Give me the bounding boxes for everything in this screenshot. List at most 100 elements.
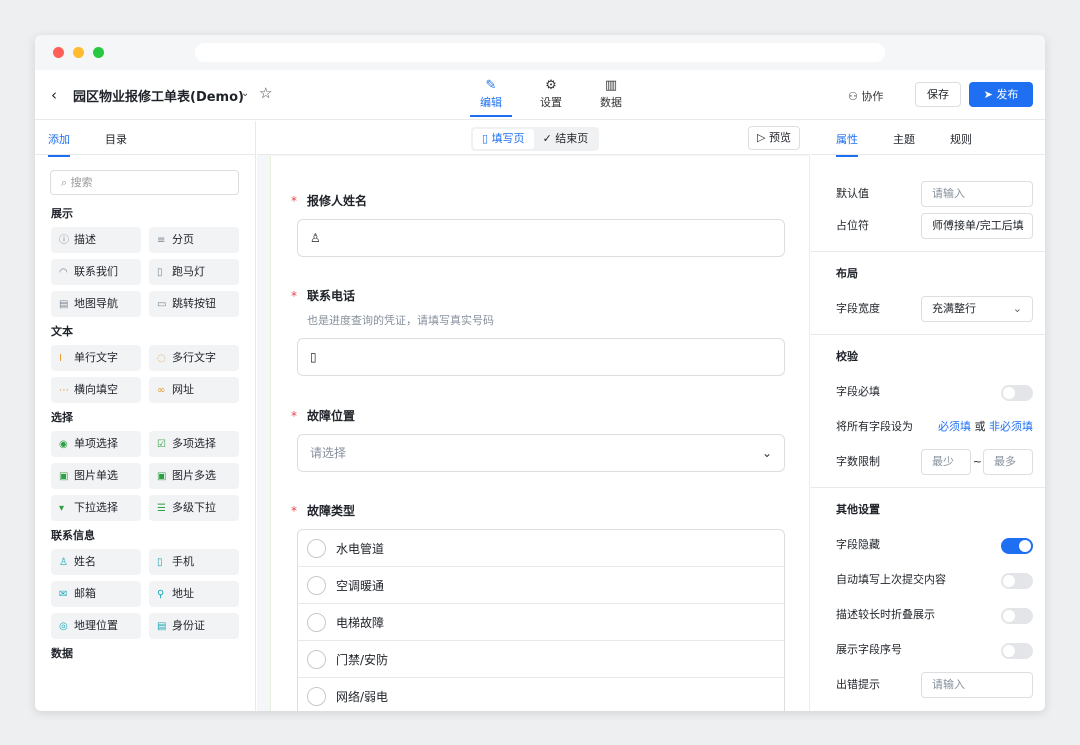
component-map-nav[interactable]: ▤ 地图导航 — [51, 291, 141, 317]
toggle-row: 字段隐藏 — [836, 533, 1033, 557]
component-pagination[interactable]: ≡ 分页 — [149, 227, 239, 253]
maximize-dot[interactable] — [93, 47, 104, 58]
item-label: 地理位置 — [74, 619, 118, 632]
radio-option[interactable]: 门禁/安防 — [298, 641, 784, 678]
component-single-choice[interactable]: ◉ 单项选择 — [51, 431, 141, 457]
component-name[interactable]: ♙ 姓名 — [51, 549, 141, 575]
radio-option[interactable]: 空调暖通 — [298, 567, 784, 604]
component-multi-line[interactable]: ◌ 多行文字 — [149, 345, 239, 371]
radio-option[interactable]: 网络/弱电 — [298, 678, 784, 711]
main-tabs: ✎ 编辑 ⚙ 设置 ▥ 数据 — [470, 78, 632, 117]
show-number-toggle[interactable] — [1001, 643, 1033, 659]
placeholder-input[interactable]: 师傅接单/完工后填 — [921, 213, 1033, 239]
back-icon[interactable]: ‹ — [51, 86, 57, 104]
set-all-optional-link[interactable]: 非必须填 — [989, 420, 1033, 433]
component-fill-blank[interactable]: ⋯ 横向填空 — [51, 377, 141, 403]
save-button[interactable]: 保存 — [915, 82, 961, 107]
default-value-input[interactable]: 请输入 — [921, 181, 1033, 207]
radio-circle[interactable] — [307, 686, 326, 706]
field-label-text: 联系电话 — [307, 289, 356, 303]
address-bar[interactable] — [195, 43, 885, 62]
component-url[interactable]: ∞ 网址 — [149, 377, 239, 403]
component-id-card[interactable]: ▤ 身份证 — [149, 613, 239, 639]
left-tabs: 添加 目录 — [35, 121, 255, 157]
minimize-dot[interactable] — [73, 47, 84, 58]
max-input[interactable]: 最多 — [983, 449, 1033, 475]
component-multi-choice[interactable]: ☑ 多项选择 — [149, 431, 239, 457]
select-placeholder: 请选择 — [310, 446, 347, 460]
component-marquee[interactable]: ▯ 跑马灯 — [149, 259, 239, 285]
component-cascade[interactable]: ☰ 多级下拉 — [149, 495, 239, 521]
chevron-down-icon: ⌄ — [761, 446, 772, 460]
error-input[interactable]: 请输入 — [921, 672, 1033, 698]
tab-theme[interactable]: 主题 — [893, 131, 915, 147]
form-field[interactable]: * 联系电话 也是进度查询的凭证，请填写真实号码 ▯ — [291, 287, 785, 376]
button-icon: ▭ — [157, 299, 167, 310]
top-bar: ‹ 园区物业报修工单表(Demo) ⌄ ☆ ✎ 编辑 ⚙ 设置 ▥ 数据 ⚇ 协… — [35, 70, 1045, 120]
component-description[interactable]: ⓘ 描述 — [51, 227, 141, 253]
chevron-down-icon[interactable]: ⌄ — [241, 88, 249, 99]
radio-circle[interactable] — [307, 649, 326, 669]
tab-settings[interactable]: ⚙ 设置 — [530, 78, 572, 117]
fill-page-label: 填写页 — [491, 132, 525, 145]
person-icon: ♙ — [310, 231, 321, 245]
autofill-toggle[interactable] — [1001, 573, 1033, 589]
component-grid: ♙ 姓名 ▯ 手机 ✉ 邮箱 ⚲ 地址 ◎ 地理位置 ▤ 身份证 — [51, 549, 255, 639]
tab-fill-page[interactable]: ▯ 填写页 — [473, 129, 534, 149]
toggle-row: 展示字段序号 — [836, 638, 1033, 662]
set-all-required-link[interactable]: 必须填 — [938, 420, 971, 433]
required-mark: * — [291, 504, 297, 518]
tab-data[interactable]: ▥ 数据 — [590, 78, 632, 117]
tilde-text: ~ — [972, 455, 982, 468]
publish-button[interactable]: ➤ 发布 — [969, 82, 1033, 107]
tab-add[interactable]: 添加 — [48, 131, 70, 157]
name-input[interactable]: ♙ — [297, 219, 785, 257]
form-field[interactable]: * 报修人姓名 ♙ — [291, 192, 785, 257]
form-field[interactable]: * 故障位置 请选择 ⌄ — [291, 407, 785, 472]
hide-field-toggle[interactable] — [1001, 538, 1033, 554]
component-contact-us[interactable]: ◠ 联系我们 — [51, 259, 141, 285]
tab-end-page[interactable]: ✓ 结束页 — [534, 129, 598, 149]
radio-circle[interactable] — [307, 612, 326, 632]
item-label: 图片单选 — [74, 469, 118, 482]
component-single-line[interactable]: Ⅰ 单行文字 — [51, 345, 141, 371]
form-field[interactable]: * 故障类型 水电管道 空调暖通 电梯故障 门禁/安防 网络/弱电 — [291, 502, 785, 711]
phone-input[interactable]: ▯ — [297, 338, 785, 376]
tab-edit[interactable]: ✎ 编辑 — [470, 78, 512, 117]
search-input[interactable]: ⌕ 搜索 — [50, 170, 239, 195]
width-row: 字段宽度 充满整行 ⌄ — [836, 296, 1033, 322]
radio-circle[interactable] — [307, 538, 326, 558]
width-select[interactable]: 充满整行 ⌄ — [921, 296, 1033, 322]
radio-option[interactable]: 电梯故障 — [298, 604, 784, 641]
tab-settings-label: 设置 — [540, 96, 562, 109]
group-title: 数据 — [51, 647, 73, 660]
radio-circle[interactable] — [307, 575, 326, 595]
component-address[interactable]: ⚲ 地址 — [149, 581, 239, 607]
radio-option[interactable]: 水电管道 — [298, 530, 784, 567]
item-label: 图片多选 — [172, 469, 216, 482]
required-toggle[interactable] — [1001, 385, 1033, 401]
component-email[interactable]: ✉ 邮箱 — [51, 581, 141, 607]
component-dropdown[interactable]: ▾ 下拉选择 — [51, 495, 141, 521]
collapse-desc-toggle[interactable] — [1001, 608, 1033, 624]
component-geo-location[interactable]: ◎ 地理位置 — [51, 613, 141, 639]
collaborate-button[interactable]: ⚇ 协作 — [848, 88, 883, 104]
tab-rules[interactable]: 规则 — [950, 131, 972, 147]
component-phone[interactable]: ▯ 手机 — [149, 549, 239, 575]
id-card-icon: ▤ — [157, 621, 167, 632]
search-icon: ⌕ — [61, 176, 71, 189]
preview-button[interactable]: ▷ 预览 — [748, 126, 800, 150]
min-input[interactable]: 最少 — [921, 449, 971, 475]
phone-icon: ▯ — [310, 350, 317, 364]
component-image-single[interactable]: ▣ 图片单选 — [51, 463, 141, 489]
component-jump-button[interactable]: ▭ 跳转按钮 — [149, 291, 239, 317]
option-label: 网络/弱电 — [336, 689, 389, 704]
width-value: 充满整行 — [932, 302, 976, 315]
close-dot[interactable] — [53, 47, 64, 58]
component-image-multi[interactable]: ▣ 图片多选 — [149, 463, 239, 489]
tab-outline[interactable]: 目录 — [105, 131, 127, 147]
collapse-desc-label: 描述较长时折叠展示 — [836, 608, 935, 621]
location-select[interactable]: 请选择 ⌄ — [297, 434, 785, 472]
star-icon[interactable]: ☆ — [259, 84, 272, 102]
tab-properties[interactable]: 属性 — [836, 131, 858, 157]
